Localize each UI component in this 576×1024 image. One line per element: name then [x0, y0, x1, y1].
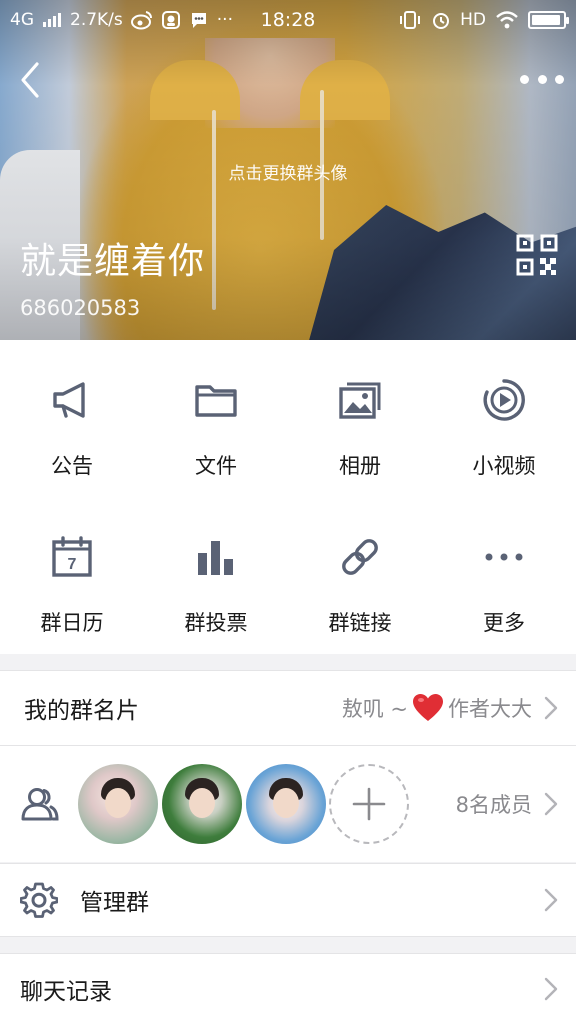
chevron-right-icon [544, 888, 558, 912]
more-dots-icon [520, 74, 529, 84]
weibo-icon [130, 11, 152, 30]
hd-indicator: HD [460, 10, 486, 30]
back-button[interactable] [10, 58, 50, 102]
video-icon [483, 379, 525, 421]
folder-icon [195, 385, 237, 417]
member-avatar[interactable] [246, 764, 326, 844]
message-icon [191, 13, 206, 28]
chevron-left-icon [21, 62, 39, 98]
feature-label: 公告 [51, 454, 93, 478]
link-icon [342, 539, 378, 575]
feature-files[interactable]: 文件 [144, 340, 288, 497]
alarm-icon [433, 13, 450, 29]
feature-vote[interactable]: 群投票 [144, 497, 288, 654]
app-notification-icon [161, 11, 180, 29]
members-icon [21, 788, 59, 821]
feature-album[interactable]: 相册 [288, 340, 432, 497]
battery-level [532, 15, 561, 25]
feature-calendar[interactable]: 7 群日历 [0, 497, 144, 654]
group-name: 就是缠着你 [20, 241, 206, 282]
chevron-right-icon [544, 696, 558, 720]
network-type: 4G [10, 10, 34, 30]
megaphone-icon [53, 382, 85, 418]
avatar-face [189, 788, 215, 818]
feature-grid: 公告 文件 相册 小视频 7 群日历 群投票 群链接 更多 [0, 340, 576, 654]
chevron-right-icon [544, 792, 558, 816]
card-value-suffix: 作者大大 [448, 697, 532, 721]
feature-label: 小视频 [472, 454, 536, 478]
network-speed: 2.7K/s [70, 10, 123, 30]
group-id: 686020583 [20, 296, 141, 320]
group-cover[interactable]: 4G 2.7K/s ··· 18:28 HD 点击更换群头像 就是缠着你 686… [0, 0, 576, 340]
feature-label: 相册 [339, 454, 381, 478]
battery-icon [528, 11, 569, 29]
chat-history-title: 聊天记录 [20, 979, 112, 1005]
my-group-card-title: 我的群名片 [24, 698, 139, 724]
more-dots-icon [555, 74, 564, 84]
feature-more[interactable]: 更多 [432, 497, 576, 654]
member-avatar[interactable] [162, 764, 242, 844]
album-icon [339, 382, 381, 419]
status-bar: 4G 2.7K/s ··· 18:28 HD [0, 0, 576, 40]
qr-code-button[interactable] [516, 234, 558, 276]
my-group-card-row[interactable]: 我的群名片 敖叽 ~ 作者大大 [0, 671, 576, 745]
calendar-day: 7 [68, 556, 77, 573]
qr-code-icon [516, 234, 558, 276]
feature-label: 群链接 [328, 611, 392, 635]
change-avatar-hint[interactable]: 点击更换群头像 [0, 159, 576, 184]
feature-label: 群日历 [40, 611, 104, 635]
bar-chart-icon [198, 541, 233, 575]
member-count: 8名成员 [455, 793, 532, 817]
plus-icon [352, 787, 386, 821]
feature-label: 群投票 [184, 611, 248, 635]
manage-group-row[interactable]: 管理群 [0, 864, 576, 936]
more-notifications-icon: ··· [216, 10, 233, 30]
feature-announcement[interactable]: 公告 [0, 340, 144, 497]
my-group-card-value: 敖叽 ~ 作者大大 [342, 671, 532, 745]
avatar-face [105, 788, 131, 818]
add-member-button[interactable] [329, 764, 409, 844]
more-dots-icon [537, 74, 547, 84]
more-options-button[interactable] [520, 64, 564, 94]
wifi-icon [496, 11, 518, 29]
chat-history-row[interactable]: 聊天记录 [0, 954, 576, 1024]
feature-short-video[interactable]: 小视频 [432, 340, 576, 497]
feature-link[interactable]: 群链接 [288, 497, 432, 654]
vibrate-icon [400, 11, 421, 29]
feature-label: 更多 [483, 611, 525, 635]
chevron-right-icon [544, 977, 558, 1001]
avatar-face [273, 788, 299, 818]
member-avatar[interactable] [78, 764, 158, 844]
signal-icon [43, 13, 61, 27]
calendar-icon: 7 [52, 536, 92, 577]
feature-label: 文件 [195, 454, 237, 478]
more-dots-icon [485, 553, 523, 561]
divider [0, 936, 576, 937]
heart-icon [413, 694, 443, 721]
card-value-prefix: 敖叽 ~ [341, 697, 408, 721]
manage-group-title: 管理群 [80, 890, 149, 916]
members-row[interactable]: 8名成员 [0, 746, 576, 862]
gear-icon [20, 882, 58, 918]
